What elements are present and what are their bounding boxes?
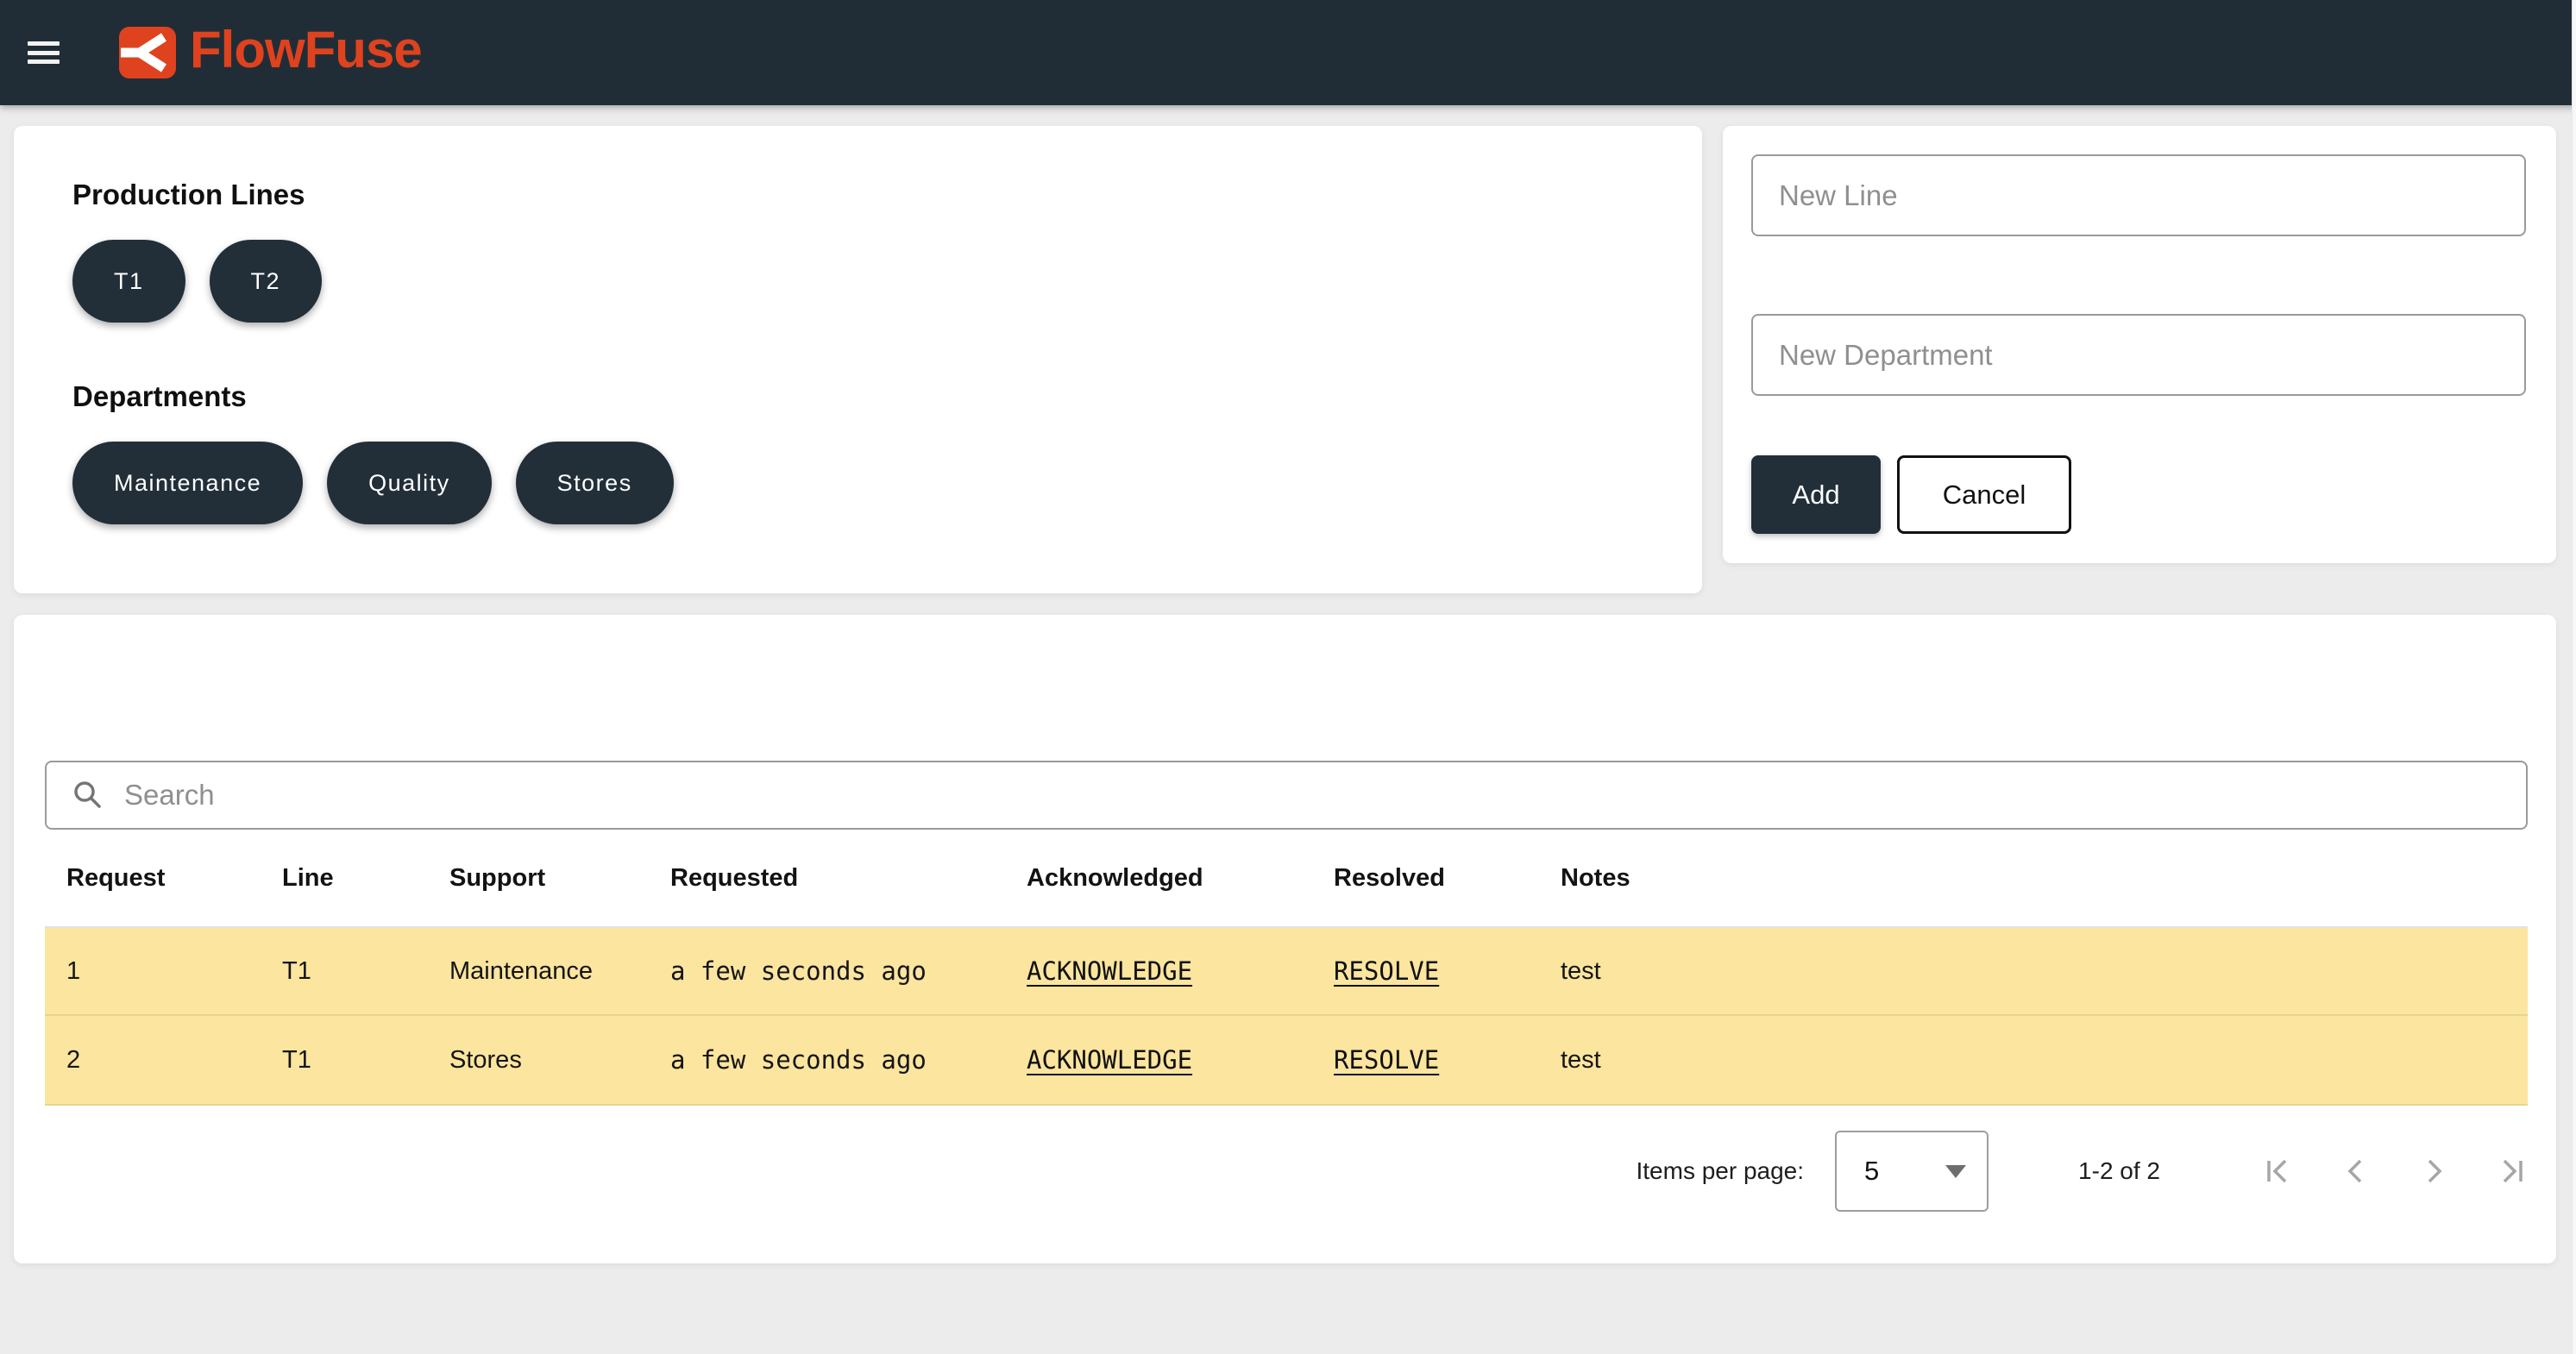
line-chip-t1[interactable]: T1 bbox=[72, 240, 185, 323]
resolve-link[interactable]: RESOLVE bbox=[1334, 1045, 1439, 1075]
new-line-input[interactable] bbox=[1751, 154, 2526, 236]
pagination-arrows bbox=[2217, 1155, 2528, 1188]
lines-departments-card: Production Lines T1 T2 Departments Maint… bbox=[14, 126, 1702, 593]
cell-request: 1 bbox=[45, 957, 261, 986]
column-header-requested: Requested bbox=[649, 864, 1005, 893]
menu-bar bbox=[28, 60, 60, 64]
cell-requested: a few seconds ago bbox=[649, 956, 1005, 986]
cancel-button[interactable]: Cancel bbox=[1897, 455, 2071, 534]
column-header-notes: Notes bbox=[1539, 864, 2528, 893]
page-range-label: 1-2 of 2 bbox=[2078, 1157, 2160, 1185]
column-header-line: Line bbox=[261, 864, 428, 893]
production-lines-title: Production Lines bbox=[72, 176, 1702, 214]
brand-name: FlowFuse bbox=[190, 24, 422, 81]
resolve-link[interactable]: RESOLVE bbox=[1334, 956, 1439, 986]
department-chip-maintenance[interactable]: Maintenance bbox=[72, 442, 303, 524]
add-form-card: Add Cancel bbox=[1723, 126, 2556, 563]
last-page-button[interactable] bbox=[2495, 1155, 2528, 1188]
cell-request: 2 bbox=[45, 1046, 261, 1075]
caret-down-icon bbox=[1945, 1165, 1966, 1178]
pagination-bar: Items per page: 5 1-2 of 2 bbox=[45, 1131, 2528, 1212]
cell-line: T1 bbox=[261, 957, 428, 986]
search-input[interactable] bbox=[124, 779, 2502, 812]
cell-line: T1 bbox=[261, 1046, 428, 1075]
cell-support: Stores bbox=[428, 1046, 649, 1075]
cell-notes: test bbox=[1539, 957, 2528, 986]
items-per-page-label: Items per page: bbox=[1636, 1157, 1804, 1185]
table-row: 2 T1 Stores a few seconds ago ACKNOWLEDG… bbox=[45, 1016, 2528, 1106]
items-per-page-select[interactable]: 5 bbox=[1835, 1131, 1989, 1212]
cell-notes: test bbox=[1539, 1046, 2528, 1075]
add-button[interactable]: Add bbox=[1751, 455, 1881, 534]
cell-requested: a few seconds ago bbox=[649, 1045, 1005, 1075]
department-chip-stores[interactable]: Stores bbox=[516, 442, 674, 524]
cell-support: Maintenance bbox=[428, 957, 649, 986]
acknowledge-link[interactable]: ACKNOWLEDGE bbox=[1027, 956, 1192, 986]
chevron-left-icon bbox=[2340, 1155, 2372, 1188]
menu-icon[interactable] bbox=[28, 41, 60, 64]
vertical-scrollbar[interactable] bbox=[2572, 0, 2576, 1354]
line-chip-t2[interactable]: T2 bbox=[210, 240, 323, 323]
production-lines-chip-row: T1 T2 bbox=[72, 240, 1702, 323]
next-page-button[interactable] bbox=[2417, 1155, 2450, 1188]
menu-bar bbox=[28, 41, 60, 46]
menu-bar bbox=[28, 51, 60, 55]
acknowledge-link[interactable]: ACKNOWLEDGE bbox=[1027, 1045, 1192, 1075]
requests-table-card: Request Line Support Requested Acknowled… bbox=[14, 615, 2556, 1263]
chevron-right-icon bbox=[2417, 1155, 2450, 1188]
brand-logo: FlowFuse bbox=[119, 24, 422, 81]
first-page-button[interactable] bbox=[2262, 1155, 2295, 1188]
column-header-resolved: Resolved bbox=[1312, 864, 1539, 893]
search-icon bbox=[71, 778, 105, 812]
column-header-acknowledged: Acknowledged bbox=[1005, 864, 1312, 893]
column-header-request: Request bbox=[45, 864, 261, 893]
top-navbar: FlowFuse bbox=[0, 0, 2576, 105]
form-button-row: Add Cancel bbox=[1751, 455, 2526, 534]
departments-chip-row: Maintenance Quality Stores bbox=[72, 442, 1702, 524]
table-header-row: Request Line Support Requested Acknowled… bbox=[45, 830, 2528, 926]
items-per-page-value: 5 bbox=[1864, 1156, 1945, 1187]
departments-title: Departments bbox=[72, 378, 1702, 416]
first-page-icon bbox=[2262, 1155, 2295, 1188]
new-department-input[interactable] bbox=[1751, 314, 2526, 396]
last-page-icon bbox=[2495, 1155, 2528, 1188]
department-chip-quality[interactable]: Quality bbox=[327, 442, 492, 524]
table-row: 1 T1 Maintenance a few seconds ago ACKNO… bbox=[45, 926, 2528, 1016]
search-box bbox=[45, 761, 2528, 830]
flowfuse-logo-icon bbox=[119, 27, 176, 78]
column-header-support: Support bbox=[428, 864, 649, 893]
previous-page-button[interactable] bbox=[2340, 1155, 2372, 1188]
